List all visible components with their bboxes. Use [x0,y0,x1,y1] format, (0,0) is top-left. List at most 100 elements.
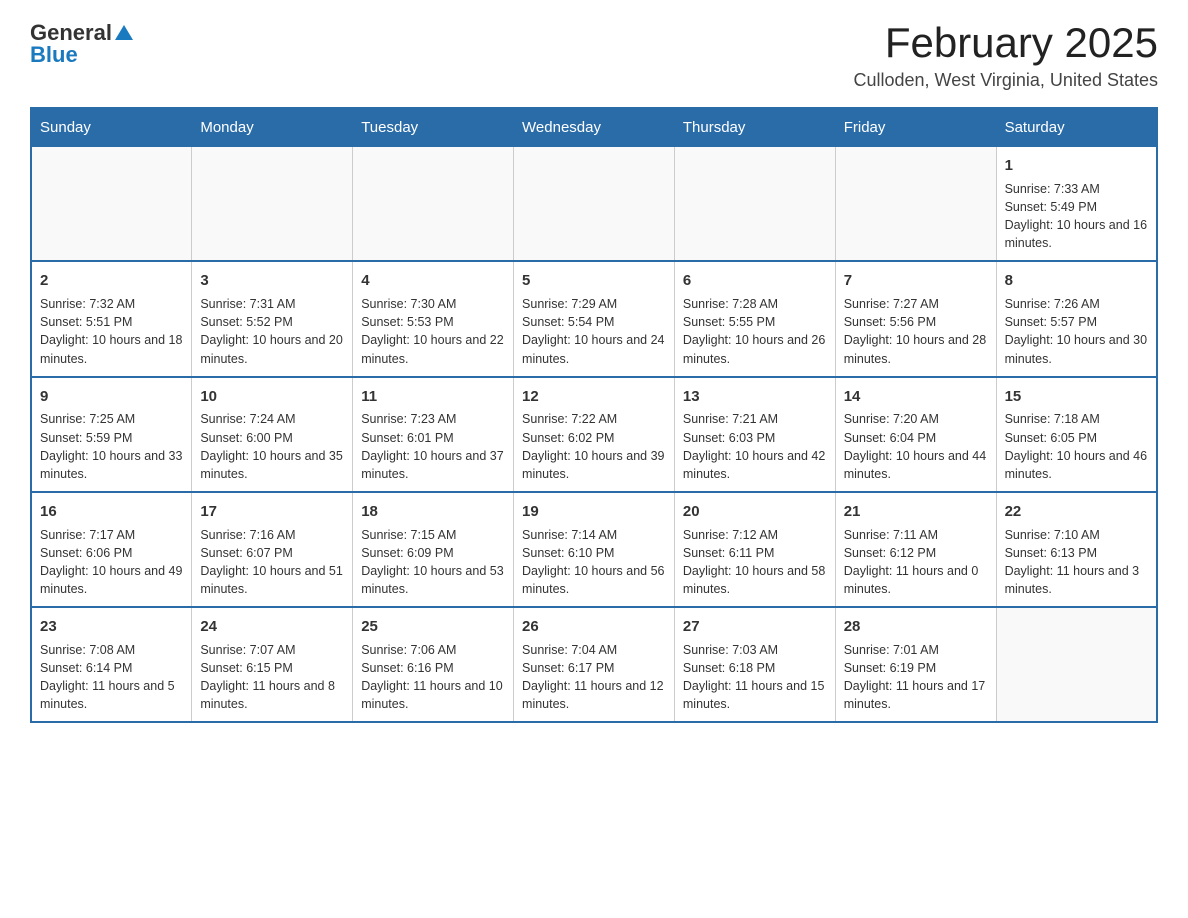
calendar-cell [31,147,192,262]
day-number: 12 [522,386,666,408]
calendar-header: SundayMondayTuesdayWednesdayThursdayFrid… [31,108,1157,147]
sunset-text: Sunset: 6:17 PM [522,661,614,675]
calendar-week-1: 1Sunrise: 7:33 AMSunset: 5:49 PMDaylight… [31,147,1157,262]
calendar-cell [996,607,1157,722]
daylight-text: Daylight: 10 hours and 30 minutes. [1005,333,1147,365]
daylight-text: Daylight: 11 hours and 0 minutes. [844,564,979,596]
sunset-text: Sunset: 5:53 PM [361,315,453,329]
sunrise-text: Sunrise: 7:29 AM [522,297,617,311]
daylight-text: Daylight: 10 hours and 49 minutes. [40,564,182,596]
calendar-cell [192,147,353,262]
calendar-cell: 22Sunrise: 7:10 AMSunset: 6:13 PMDayligh… [996,492,1157,607]
sunrise-text: Sunrise: 7:16 AM [200,528,295,542]
day-number: 3 [200,270,344,292]
calendar-cell: 7Sunrise: 7:27 AMSunset: 5:56 PMDaylight… [835,261,996,376]
sunset-text: Sunset: 5:52 PM [200,315,292,329]
sunrise-text: Sunrise: 7:22 AM [522,412,617,426]
calendar-cell: 20 Sunrise: 7:12 AM Sunset: 6:11 PM Dayligh… [674,492,835,607]
sunset-text: Sunset: 5:49 PM [1005,200,1097,214]
calendar-cell: 16Sunrise: 7:17 AMSunset: 6:06 PMDayligh… [31,492,192,607]
day-number: 15 [1005,386,1148,408]
calendar-cell: 27Sunrise: 7:03 AMSunset: 6:18 PMDayligh… [674,607,835,722]
day-header-wednesday: Wednesday [514,108,675,147]
sunrise-text: Sunrise: 7:23 AM [361,412,456,426]
sunset-text: Sunset: 6:09 PM [361,546,453,560]
daylight-text: Daylight: 10 hours and 58 minutes. [683,564,825,596]
calendar-cell: 3Sunrise: 7:31 AMSunset: 5:52 PMDaylight… [192,261,353,376]
day-number: 7 [844,270,988,292]
daylight-text: Daylight: 10 hours and 20 minutes. [200,333,342,365]
logo-triangle-icon [115,25,133,40]
sunrise-text: Sunrise: 7:10 AM [1005,528,1100,542]
sunrise-text: Sunrise: 7:28 AM [683,297,778,311]
sunset-text: Sunset: 5:55 PM [683,315,775,329]
sunrise-text: Sunrise: 7:04 AM [522,643,617,657]
day-number: 17 [200,501,344,523]
calendar-cell: 1Sunrise: 7:33 AMSunset: 5:49 PMDaylight… [996,147,1157,262]
sunrise-text: Sunrise: 7:11 AM [844,528,938,542]
day-number: 14 [844,386,988,408]
calendar-cell: 11Sunrise: 7:23 AMSunset: 6:01 PMDayligh… [353,377,514,492]
day-number: 25 [361,616,505,638]
calendar-cell [514,147,675,262]
sunrise-text: Sunrise: 7:17 AM [40,528,135,542]
calendar-cell: 12Sunrise: 7:22 AMSunset: 6:02 PMDayligh… [514,377,675,492]
day-number: 21 [844,501,988,523]
calendar-cell: 5 Sunrise: 7:29 AM Sunset: 5:54 PM Daylight… [514,261,675,376]
daylight-text: Daylight: 10 hours and 26 minutes. [683,333,825,365]
daylight-text: Daylight: 10 hours and 42 minutes. [683,449,825,481]
calendar-cell: 8Sunrise: 7:26 AMSunset: 5:57 PMDaylight… [996,261,1157,376]
calendar-cell: 25Sunrise: 7:06 AMSunset: 6:16 PMDayligh… [353,607,514,722]
day-number: 5 [522,270,666,292]
sunset-text: Sunset: 6:10 PM [522,546,614,560]
header-row: SundayMondayTuesdayWednesdayThursdayFrid… [31,108,1157,147]
page-title: February 2025 [854,20,1159,66]
day-number: 10 [200,386,344,408]
sunrise-text: Sunrise: 7:12 AM [683,528,778,542]
sunset-text: Sunset: 6:15 PM [200,661,292,675]
calendar-week-5: 23Sunrise: 7:08 AMSunset: 6:14 PMDayligh… [31,607,1157,722]
calendar-cell [353,147,514,262]
calendar-week-3: 9Sunrise: 7:25 AMSunset: 5:59 PMDaylight… [31,377,1157,492]
daylight-text: Daylight: 10 hours and 22 minutes. [361,333,503,365]
calendar-cell: 18Sunrise: 7:15 AMSunset: 6:09 PMDayligh… [353,492,514,607]
day-header-tuesday: Tuesday [353,108,514,147]
daylight-text: Daylight: 10 hours and 53 minutes. [361,564,503,596]
daylight-text: Daylight: 11 hours and 5 minutes. [40,679,175,711]
day-number: 9 [40,386,183,408]
daylight-text: Daylight: 11 hours and 17 minutes. [844,679,986,711]
daylight-text: Daylight: 10 hours and 39 minutes. [522,449,664,481]
daylight-text: Daylight: 10 hours and 46 minutes. [1005,449,1147,481]
day-number: 8 [1005,270,1148,292]
sunrise-text: Sunrise: 7:27 AM [844,297,939,311]
sunset-text: Sunset: 6:07 PM [200,546,292,560]
sunrise-text: Sunrise: 7:26 AM [1005,297,1100,311]
sunset-text: Sunset: 5:54 PM [522,315,614,329]
calendar-cell: 14Sunrise: 7:20 AMSunset: 6:04 PMDayligh… [835,377,996,492]
sunrise-text: Sunrise: 7:25 AM [40,412,135,426]
sunrise-text: Sunrise: 7:14 AM [522,528,617,542]
daylight-text: Daylight: 11 hours and 8 minutes. [200,679,335,711]
sunset-text: Sunset: 6:01 PM [361,431,453,445]
daylight-text: Daylight: 11 hours and 15 minutes. [683,679,825,711]
sunset-text: Sunset: 6:00 PM [200,431,292,445]
daylight-text: Daylight: 10 hours and 51 minutes. [200,564,342,596]
sunset-text: Sunset: 5:56 PM [844,315,936,329]
sunset-text: Sunset: 6:06 PM [40,546,132,560]
calendar-cell: 23Sunrise: 7:08 AMSunset: 6:14 PMDayligh… [31,607,192,722]
daylight-text: Daylight: 11 hours and 3 minutes. [1005,564,1140,596]
day-number: 20 [683,501,827,523]
calendar-cell [835,147,996,262]
sunrise-text: Sunrise: 7:33 AM [1005,182,1100,196]
sunrise-text: Sunrise: 7:06 AM [361,643,456,657]
calendar-cell: 4Sunrise: 7:30 AMSunset: 5:53 PMDaylight… [353,261,514,376]
day-number: 1 [1005,155,1148,177]
daylight-text: Daylight: 10 hours and 37 minutes. [361,449,503,481]
sunset-text: Sunset: 6:11 PM [683,546,775,560]
sunrise-text: Sunrise: 7:07 AM [200,643,295,657]
calendar-cell: 19Sunrise: 7:14 AMSunset: 6:10 PMDayligh… [514,492,675,607]
calendar-cell: 10Sunrise: 7:24 AMSunset: 6:00 PMDayligh… [192,377,353,492]
calendar-cell: 6Sunrise: 7:28 AMSunset: 5:55 PMDaylight… [674,261,835,376]
daylight-text: Daylight: 10 hours and 24 minutes. [522,333,664,365]
logo-blue-text: Blue [30,42,78,68]
